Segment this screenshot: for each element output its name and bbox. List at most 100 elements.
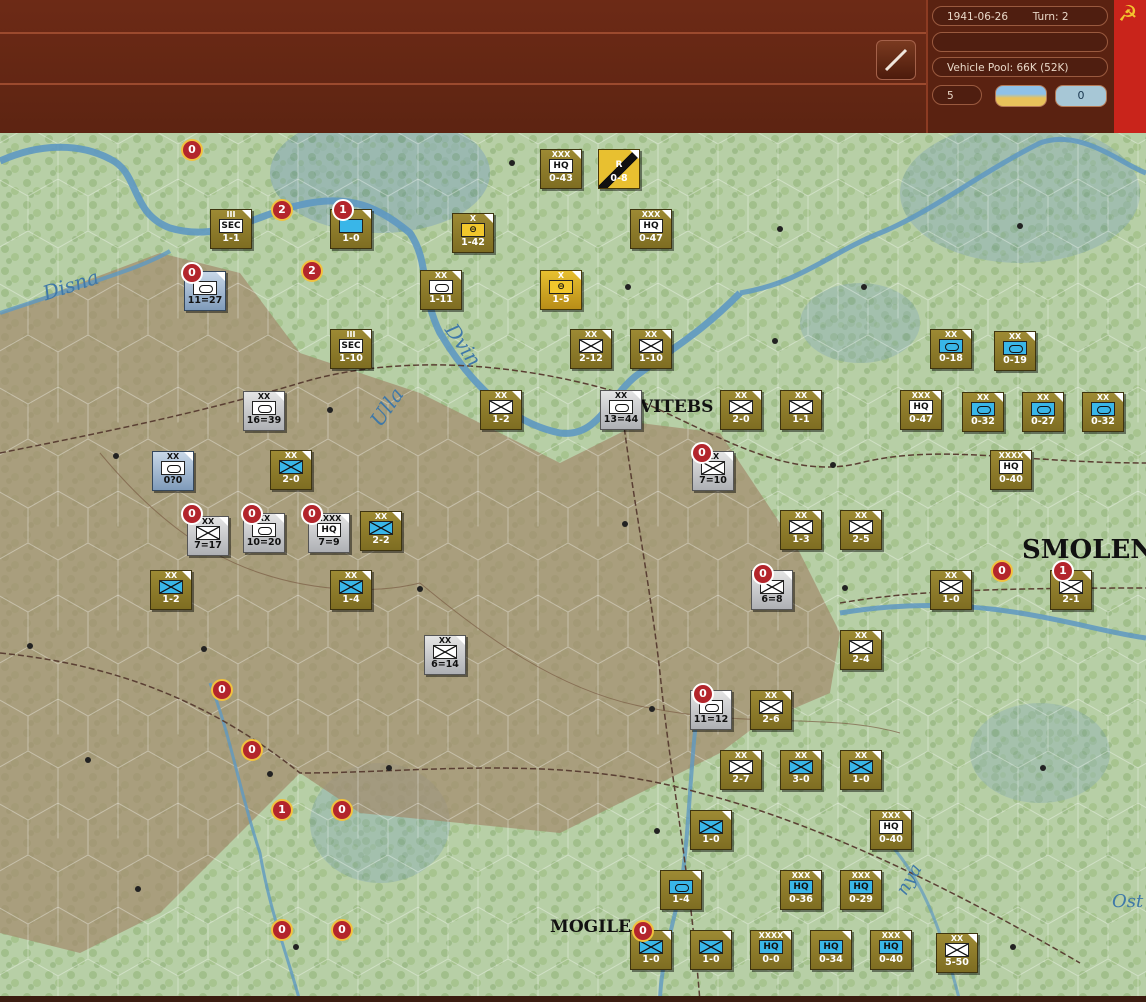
unit-corner-marker (662, 931, 671, 940)
unit-counter-inf-12[interactable]: XX 1-2 (480, 390, 522, 430)
objective-badge[interactable]: 0 (241, 503, 263, 525)
unit-corner-marker (1054, 393, 1063, 402)
empty-field (932, 32, 1108, 52)
unit-counter-hq-043[interactable]: XXX HQ 0-43 (540, 149, 582, 189)
hq-symbol-icon: HQ (849, 880, 873, 894)
objective-badge[interactable]: 0 (752, 563, 774, 585)
unit-counter-hq-040b[interactable]: XXX HQ 0-40 (870, 810, 912, 850)
unit-counter-inf-22[interactable]: XX 2-2 (360, 511, 402, 551)
unit-counter-sec-11[interactable]: III SEC 1-1 (210, 209, 252, 249)
unit-counter-mot-027[interactable]: XX 0-27 (1022, 392, 1064, 432)
unit-counter-inf-12b[interactable]: XX 1-2 (150, 570, 192, 610)
unit-counter-hq-036[interactable]: XXX HQ 0-36 (780, 870, 822, 910)
unit-counter-hq-047a[interactable]: XXX HQ 0-47 (630, 209, 672, 249)
unit-strength: 0-32 (971, 416, 995, 427)
unit-counter-hq-040c[interactable]: XXX HQ 0-40 (870, 930, 912, 970)
unit-counter-cav-15[interactable]: X ⊖ 1-5 (540, 270, 582, 310)
unit-counter-inf-30[interactable]: XX 3-0 (780, 750, 822, 790)
game-map[interactable]: VITEBS SMOLEN MOGILE Disna Ulla Dvin nya… (0, 133, 1146, 1002)
unit-counter-mot-032a[interactable]: XX 0-32 (962, 392, 1004, 432)
unit-counter-inf-10e[interactable]: 1-0 (690, 930, 732, 970)
unit-counter-mot-14[interactable]: 1-4 (660, 870, 702, 910)
unit-counter-hq-034[interactable]: HQ 0-34 (810, 930, 852, 970)
unit-strength: 2-1 (1062, 594, 1080, 605)
objective-badge[interactable]: 1 (1052, 560, 1074, 582)
unit-strength: 11=12 (693, 714, 729, 725)
objective-badge[interactable]: 1 (271, 799, 293, 821)
unit-strength: 2-12 (579, 353, 603, 364)
objective-badge[interactable]: 0 (692, 683, 714, 705)
objective-badge[interactable]: 2 (271, 199, 293, 221)
unit-strength: 1-0 (702, 954, 720, 965)
unit-counter-rail-08[interactable]: R 0-8 (598, 149, 640, 189)
unit-corner-marker (692, 871, 701, 880)
city-label-smolensk: SMOLEN (1022, 535, 1146, 565)
unit-strength: 6=14 (431, 659, 459, 670)
objective-badge[interactable]: 0 (301, 503, 323, 525)
objective-badge[interactable]: 0 (181, 503, 203, 525)
unit-counter-inf-110[interactable]: XX 1-10 (630, 329, 672, 369)
unit-counter-inf-11[interactable]: XX 1-1 (780, 390, 822, 430)
unit-counter-inf-212[interactable]: XX 2-12 (570, 329, 612, 369)
unit-counter-ax-020[interactable]: XX 0?0 (152, 451, 194, 491)
unit-strength: 11=27 (187, 295, 223, 306)
unit-strength: 0-40 (879, 834, 903, 845)
unit-counter-inf-10b[interactable]: XX 1-0 (840, 750, 882, 790)
line-tool-button[interactable] (876, 40, 916, 80)
objective-badge[interactable]: 0 (271, 919, 293, 941)
objective-badge[interactable]: 0 (331, 919, 353, 941)
unit-counter-hq-047b[interactable]: XXX HQ 0-47 (900, 390, 942, 430)
unit-strength: 1-10 (339, 353, 363, 364)
armor-symbol-icon (1031, 402, 1055, 416)
toolbar-divider (0, 32, 926, 34)
unit-corner-marker (452, 271, 461, 280)
unit-counter-inf-27[interactable]: XX 2-7 (720, 750, 762, 790)
unit-counter-sec-110[interactable]: III SEC 1-10 (330, 329, 372, 369)
weather-button[interactable] (995, 85, 1047, 107)
value-box[interactable]: 5 (932, 85, 982, 105)
unit-counter-inf-25[interactable]: XX 2-5 (840, 510, 882, 550)
unit-counter-inf-20a[interactable]: XX 2-0 (720, 390, 762, 430)
unit-counter-inf-26[interactable]: XX 2-6 (750, 690, 792, 730)
unit-counter-inf-10c[interactable]: 1-0 (690, 810, 732, 850)
unit-counter-inf-20b[interactable]: XX 2-0 (270, 450, 312, 490)
objective-badge[interactable]: 0 (991, 560, 1013, 582)
unit-counter-inf-550[interactable]: XX 5-50 (936, 933, 978, 973)
objective-badge[interactable]: 0 (211, 679, 233, 701)
unit-counter-ax-1344[interactable]: XX 13=44 (600, 390, 642, 430)
unit-strength: 2-0 (282, 474, 300, 485)
unit-counter-cav-142[interactable]: X ⊖ 1-42 (452, 213, 494, 253)
unit-strength: 2-6 (762, 714, 780, 725)
objective-badge[interactable]: 0 (331, 799, 353, 821)
objective-badge[interactable]: 0 (632, 920, 654, 942)
infantry-symbol-icon (729, 760, 753, 774)
unit-counter-ax-1639[interactable]: XX 16=39 (243, 391, 285, 431)
unit-counter-mot-018[interactable]: XX 0-18 (930, 329, 972, 369)
objective-badge[interactable]: 2 (301, 260, 323, 282)
unit-counter-inf-10a[interactable]: XX 1-0 (930, 570, 972, 610)
unit-corner-marker (782, 691, 791, 700)
unit-corner-marker (752, 751, 761, 760)
objective-badge[interactable]: 0 (181, 139, 203, 161)
unit-counter-hq-040a[interactable]: XXXX HQ 0-40 (990, 450, 1032, 490)
unit-counter-inf-14[interactable]: XX 1-4 (330, 570, 372, 610)
unit-strength: 7=9 (318, 537, 340, 548)
unit-corner-marker (340, 514, 349, 523)
objective-badge[interactable]: 1 (332, 199, 354, 221)
objective-badge[interactable]: 0 (691, 442, 713, 464)
unit-counter-hq-029[interactable]: XXX HQ 0-29 (840, 870, 882, 910)
unit-strength: 1-11 (429, 294, 453, 305)
hq-symbol-icon: HQ (999, 460, 1023, 474)
turn-text: Turn: 2 (1032, 11, 1069, 23)
zero-toggle-button[interactable]: 0 (1055, 85, 1107, 107)
unit-counter-arm-111[interactable]: XX 1-11 (420, 270, 462, 310)
unit-counter-mot-032b[interactable]: XX 0-32 (1082, 392, 1124, 432)
unit-counter-mot-019[interactable]: XX 0-19 (994, 331, 1036, 371)
objective-badge[interactable]: 0 (181, 262, 203, 284)
unit-counter-inf-24[interactable]: XX 2-4 (840, 630, 882, 670)
unit-counter-inf-13[interactable]: XX 1-3 (780, 510, 822, 550)
unit-counter-hq-00[interactable]: XXXX HQ 0-0 (750, 930, 792, 970)
unit-counter-ax-614[interactable]: XX 6=14 (424, 635, 466, 675)
infantry-symbol-icon (369, 521, 393, 535)
objective-badge[interactable]: 0 (241, 739, 263, 761)
